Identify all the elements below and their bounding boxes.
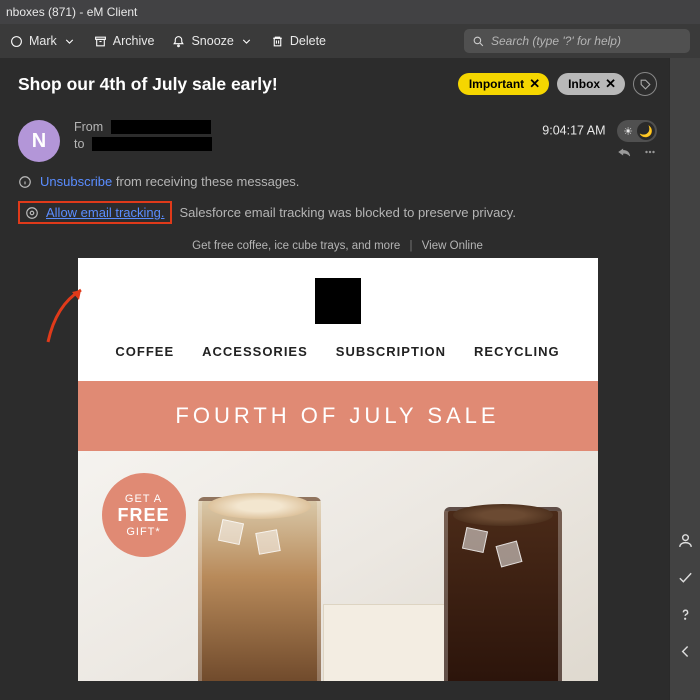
bell-icon (172, 35, 185, 48)
search-icon (472, 35, 485, 48)
subject-row: Shop our 4th of July sale early! Importa… (18, 72, 657, 96)
message-subject: Shop our 4th of July sale early! (18, 74, 450, 95)
check-icon[interactable] (677, 569, 694, 586)
info-icon (18, 175, 32, 189)
search-placeholder: Search (type '?' for help) (491, 34, 621, 48)
nav-subscription[interactable]: SUBSCRIPTION (336, 344, 446, 359)
unsubscribe-text: from receiving these messages. (116, 174, 300, 189)
sale-banner: FOURTH OF JULY SALE (78, 381, 598, 451)
gift-badge: GET A FREE GIFT* (102, 473, 186, 557)
email-preheader: Get free coffee, ice cube trays, and mor… (192, 240, 400, 252)
reply-icon[interactable] (617, 146, 631, 158)
snooze-button[interactable]: Snooze (172, 34, 252, 48)
search-input[interactable]: Search (type '?' for help) (464, 29, 690, 53)
more-icon[interactable] (643, 146, 657, 158)
email-body: COFFEE ACCESSORIES SUBSCRIPTION RECYCLIN… (78, 258, 598, 681)
nav-accessories[interactable]: ACCESSORIES (202, 344, 308, 359)
unsubscribe-link[interactable]: Unsubscribe (40, 174, 112, 189)
mark-button[interactable]: Mark (10, 34, 76, 48)
tracking-row: Allow email tracking. Salesforce email t… (18, 201, 657, 224)
archive-button[interactable]: Archive (94, 34, 155, 48)
tracking-text: Salesforce email tracking was blocked to… (180, 205, 516, 220)
chevron-down-icon (63, 35, 76, 48)
contact-icon[interactable] (677, 532, 694, 549)
sun-icon: ☀ (619, 122, 637, 140)
tag-inbox[interactable]: Inbox✕ (557, 73, 625, 95)
toolbar: Mark Archive Snooze Delete Search (type … (0, 24, 700, 58)
trash-icon (271, 35, 284, 48)
mark-label: Mark (29, 34, 57, 48)
nav-coffee[interactable]: COFFEE (115, 344, 174, 359)
privacy-icon (25, 206, 39, 220)
cold-brew-cup (444, 507, 562, 681)
from-redacted (111, 120, 211, 134)
sender-avatar[interactable]: N (18, 120, 60, 162)
nav-recycling[interactable]: RECYCLING (474, 344, 560, 359)
window-title: nboxes (871) - eM Client (6, 5, 137, 19)
help-icon[interactable] (677, 606, 694, 623)
close-icon[interactable]: ✕ (605, 76, 616, 92)
chevron-left-icon[interactable] (677, 643, 694, 660)
to-redacted (92, 137, 212, 151)
window-titlebar: nboxes (871) - eM Client (0, 0, 700, 24)
view-online-link[interactable]: View Online (422, 240, 483, 252)
email-preheader-row: Get free coffee, ice cube trays, and mor… (18, 240, 657, 252)
tag-add-button[interactable] (633, 72, 657, 96)
delete-label: Delete (290, 34, 326, 48)
allow-tracking-link[interactable]: Allow email tracking. (46, 205, 165, 220)
unsubscribe-row: Unsubscribe from receiving these message… (18, 174, 657, 189)
message-time: 9:04:17 AM (542, 123, 605, 137)
theme-toggle[interactable]: ☀ 🌙 (617, 120, 657, 142)
side-panel (669, 58, 700, 700)
circle-icon (10, 35, 23, 48)
moon-icon: 🌙 (637, 122, 655, 140)
to-label: to (74, 137, 84, 151)
hero-image: GET A FREE GIFT* (78, 451, 598, 681)
iced-coffee-cup (198, 497, 321, 681)
delete-button[interactable]: Delete (271, 34, 326, 48)
close-icon[interactable]: ✕ (529, 76, 540, 92)
tag-icon (639, 78, 652, 91)
email-nav: COFFEE ACCESSORIES SUBSCRIPTION RECYCLIN… (78, 344, 598, 381)
from-label: From (74, 120, 103, 134)
message-header: N From to 9:04:17 AM ☀ 🌙 (18, 120, 657, 162)
annotation-highlight: Allow email tracking. (18, 201, 172, 224)
brand-logo[interactable] (78, 258, 598, 344)
search-container: Search (type '?' for help) (344, 29, 690, 53)
tag-important[interactable]: Important✕ (458, 73, 549, 95)
archive-icon (94, 35, 107, 48)
chevron-down-icon (240, 35, 253, 48)
snooze-label: Snooze (191, 34, 233, 48)
archive-label: Archive (113, 34, 155, 48)
